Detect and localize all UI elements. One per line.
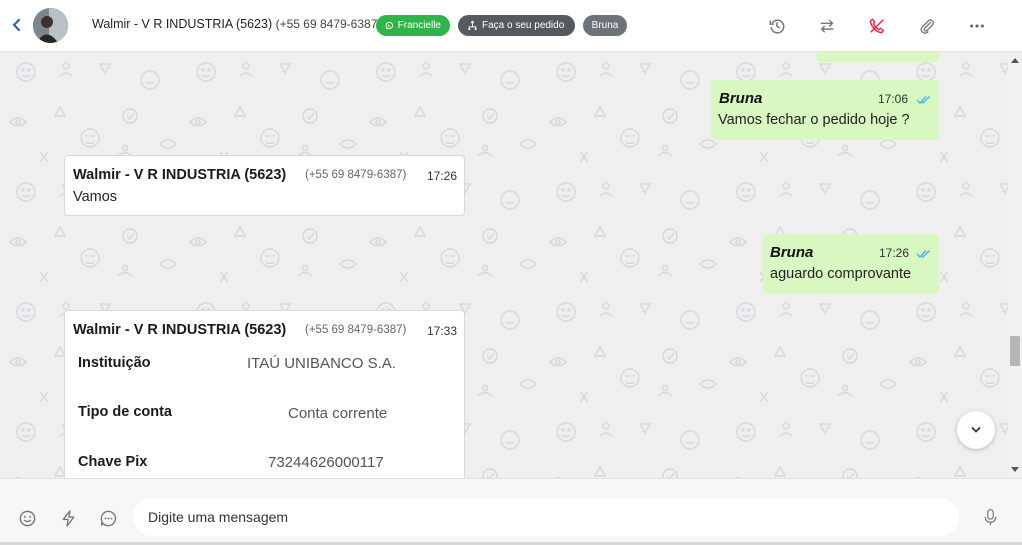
transfer-icon[interactable]	[816, 15, 838, 37]
scroll-up-arrow-icon[interactable]	[1011, 58, 1019, 63]
flow-tag[interactable]: Faça o seu pedido	[458, 15, 575, 36]
chat-options-icon[interactable]	[98, 508, 118, 528]
message-text: Vamos fechar o pedido hoje ?	[718, 112, 910, 128]
back-arrow-icon[interactable]	[8, 16, 26, 34]
field-value-chave-pix[interactable]: 73244626000117	[268, 454, 384, 471]
emoji-icon[interactable]	[17, 508, 37, 528]
tag-label: Bruna	[591, 20, 619, 31]
scrollbar-thumb[interactable]	[1010, 336, 1020, 366]
message-sender-phone: (+55 69 8479-6387)	[305, 169, 407, 181]
contact-title[interactable]: Walmir - V R INDUSTRIA (5623) (+55 69 84…	[92, 17, 381, 31]
message-text: aguardo comprovante	[770, 266, 912, 282]
field-label-chave-pix: Chave Pix	[78, 454, 148, 470]
message-time: 17:26	[427, 169, 458, 183]
quick-reply-icon[interactable]	[58, 508, 78, 528]
field-value-tipo-conta: Conta corrente	[288, 405, 388, 422]
chevron-down-icon	[971, 427, 981, 433]
message-text: Vamos	[73, 189, 118, 205]
field-value-instituicao: ITAÚ UNIBANCO S.A.	[247, 355, 396, 372]
message-bubble-out-partial	[817, 52, 939, 62]
microphone-icon[interactable]	[979, 504, 1001, 530]
message-time: 17:33	[427, 324, 458, 338]
tag-label: Faça o seu pedido	[482, 20, 565, 31]
message-sender: Walmir - V R INDUSTRIA (5623)	[73, 322, 287, 338]
chat-scrollbar[interactable]	[1008, 52, 1022, 478]
attach-icon[interactable]	[916, 15, 938, 37]
whatsapp-icon	[385, 21, 393, 30]
history-icon[interactable]	[766, 15, 788, 37]
chat-header: Walmir - V R INDUSTRIA (5623) (+55 69 84…	[0, 0, 1022, 52]
more-icon[interactable]	[966, 15, 988, 37]
message-bubble-out[interactable]: Bruna 17:26 aguardo comprovante	[763, 234, 939, 294]
scroll-down-arrow-icon[interactable]	[1011, 467, 1019, 472]
message-sender-phone: (+55 69 8479-6387)	[305, 324, 407, 336]
contact-phone: (+55 69 8479-6387)	[275, 17, 382, 31]
end-call-icon[interactable]	[866, 15, 888, 37]
scroll-to-bottom-button[interactable]	[957, 411, 995, 449]
double-check-icon	[916, 249, 931, 259]
message-bubble-in[interactable]: Walmir - V R INDUSTRIA (5623) (+55 69 84…	[64, 155, 465, 216]
message-sender: Bruna	[719, 90, 763, 107]
avatar[interactable]	[33, 8, 68, 43]
message-time: 17:26	[879, 246, 910, 260]
message-composer	[0, 478, 1022, 545]
message-input[interactable]	[133, 498, 959, 536]
tag-label: Francielle	[397, 20, 441, 31]
double-check-icon	[916, 95, 931, 105]
field-label-instituicao: Instituição	[78, 355, 151, 371]
agent-tag-francielle[interactable]: Francielle	[376, 15, 450, 36]
field-label-tipo-conta: Tipo de conta	[78, 404, 172, 420]
message-time: 17:06	[878, 92, 909, 106]
message-bubble-in-pix[interactable]: Walmir - V R INDUSTRIA (5623) (+55 69 84…	[64, 310, 465, 478]
flow-icon	[468, 20, 477, 31]
chat-area[interactable]: Bruna 17:06 Vamos fechar o pedido hoje ?…	[0, 52, 1022, 478]
agent-tag-bruna[interactable]: Bruna	[583, 15, 627, 36]
message-bubble-out[interactable]: Bruna 17:06 Vamos fechar o pedido hoje ?	[711, 80, 939, 140]
contact-name: Walmir - V R INDUSTRIA (5623)	[92, 17, 273, 31]
message-sender: Bruna	[770, 244, 814, 261]
message-sender: Walmir - V R INDUSTRIA (5623)	[73, 167, 287, 183]
